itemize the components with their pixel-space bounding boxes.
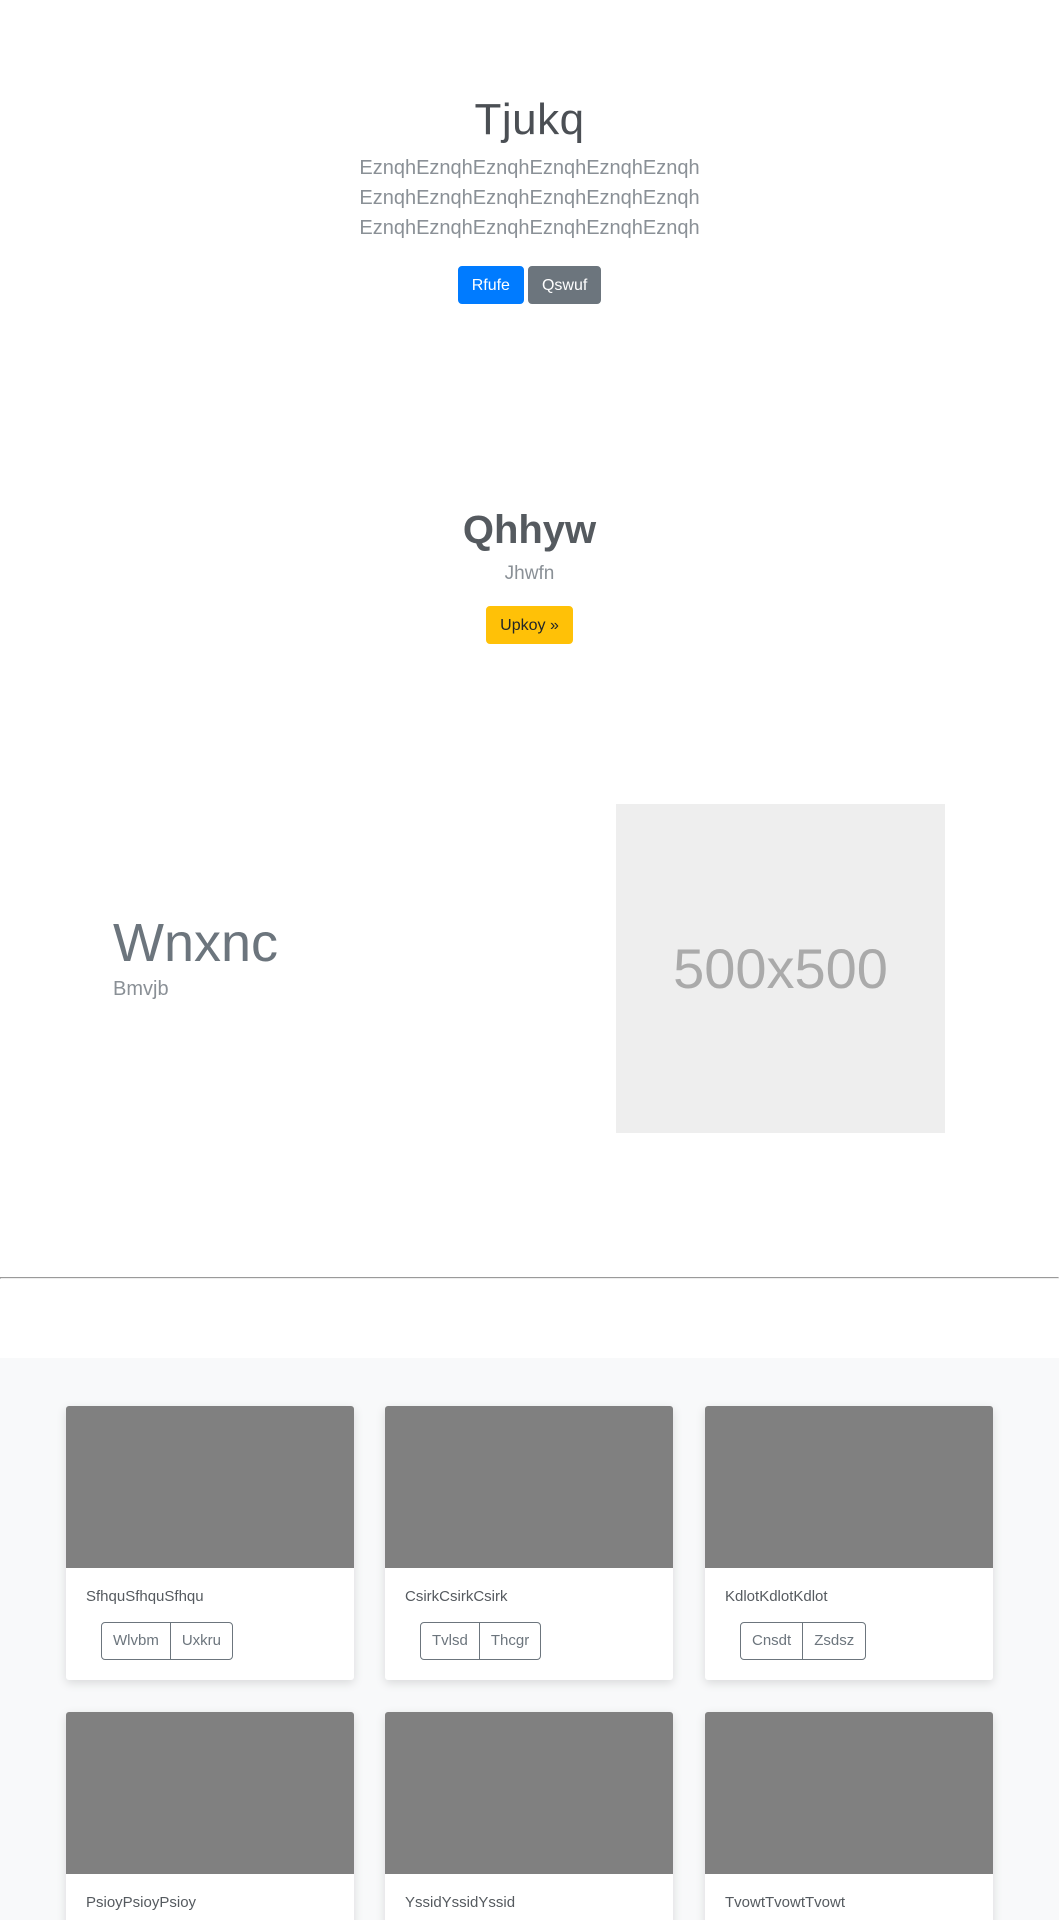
- card-view-button[interactable]: Tvlsd: [420, 1622, 480, 1660]
- card-button-group: Tvlsd Thcgr: [420, 1622, 542, 1660]
- card-edit-button[interactable]: Thcgr: [478, 1622, 542, 1660]
- album-card: CsirkCsirkCsirk Tvlsd Thcgr: [385, 1406, 673, 1680]
- card-edit-button[interactable]: Zsdsz: [802, 1622, 867, 1660]
- card-text: YssidYssidYssid: [405, 1894, 516, 1911]
- hero-lead-line: EznqhEznqhEznqhEznqhEznqhEznqh: [359, 187, 700, 209]
- hero-primary-button[interactable]: Rfufe: [457, 266, 524, 304]
- placeholder-label: 500x500: [673, 937, 888, 1000]
- hero-button-row: Rfufe Qswuf: [0, 266, 1059, 304]
- feature-title: Wnxnc: [113, 913, 279, 973]
- hero-secondary-button[interactable]: Qswuf: [527, 266, 602, 304]
- card-button-group: Cnsdt Zsdsz: [740, 1622, 867, 1660]
- section-divider: [0, 1277, 1059, 1279]
- card-image: [705, 1406, 993, 1568]
- cta-section: Qhhyw Jhwfn Upkoy »: [0, 420, 1059, 720]
- card-image: [705, 1712, 993, 1874]
- card-view-button[interactable]: Wlvbm: [101, 1622, 171, 1660]
- album-section: SfhquSfhquSfhqu Wlvbm Uxkru CsirkCsirkCs…: [0, 1358, 1059, 1920]
- card-image: [66, 1712, 354, 1874]
- card-text: SfhquSfhquSfhqu: [86, 1588, 204, 1605]
- cta-subtitle: Jhwfn: [504, 563, 555, 584]
- card-text: CsirkCsirkCsirk: [405, 1588, 508, 1605]
- card-body: KdlotKdlotKdlot Cnsdt Zsdsz: [705, 1568, 993, 1680]
- card-body: SfhquSfhquSfhqu Wlvbm Uxkru: [66, 1568, 354, 1680]
- card-body: PsioyPsioyPsioy: [66, 1874, 354, 1920]
- feature-section: Wnxnc Bmvjb 500x500: [0, 720, 1059, 1278]
- cta-button[interactable]: Upkoy »: [486, 606, 573, 644]
- hero-lead-line: EznqhEznqhEznqhEznqhEznqhEznqh: [359, 217, 700, 239]
- album-card: KdlotKdlotKdlot Cnsdt Zsdsz: [705, 1406, 993, 1680]
- album-card: TvowtTvowtTvowt: [705, 1712, 993, 1920]
- album-card: PsioyPsioyPsioy: [66, 1712, 354, 1920]
- card-image: [66, 1406, 354, 1568]
- card-edit-button[interactable]: Uxkru: [169, 1622, 233, 1660]
- feature-image-placeholder: 500x500: [616, 804, 945, 1133]
- card-body: TvowtTvowtTvowt: [705, 1874, 993, 1920]
- card-image: [385, 1712, 673, 1874]
- cta-button-row: Upkoy »: [0, 606, 1059, 644]
- card-view-button[interactable]: Cnsdt: [740, 1622, 804, 1660]
- card-text: KdlotKdlotKdlot: [725, 1588, 828, 1605]
- album-card: SfhquSfhquSfhqu Wlvbm Uxkru: [66, 1406, 354, 1680]
- card-text: TvowtTvowtTvowt: [725, 1894, 846, 1911]
- album-card: YssidYssidYssid: [385, 1712, 673, 1920]
- hero-lead: EznqhEznqhEznqhEznqhEznqhEznqh EznqhEznq…: [0, 153, 1059, 243]
- card-button-group: Wlvbm Uxkru: [101, 1622, 233, 1660]
- card-body: CsirkCsirkCsirk Tvlsd Thcgr: [385, 1568, 673, 1680]
- hero-lead-line: EznqhEznqhEznqhEznqhEznqhEznqh: [359, 157, 700, 179]
- cta-title: Qhhyw: [462, 508, 597, 552]
- card-text: PsioyPsioyPsioy: [86, 1894, 197, 1911]
- feature-subtitle: Bmvjb: [113, 978, 169, 1000]
- card-image: [385, 1406, 673, 1568]
- card-body: YssidYssidYssid: [385, 1874, 673, 1920]
- hero-section: Tjukq EznqhEznqhEznqhEznqhEznqhEznqh Ezn…: [0, 0, 1059, 420]
- hero-title: Tjukq: [474, 95, 585, 144]
